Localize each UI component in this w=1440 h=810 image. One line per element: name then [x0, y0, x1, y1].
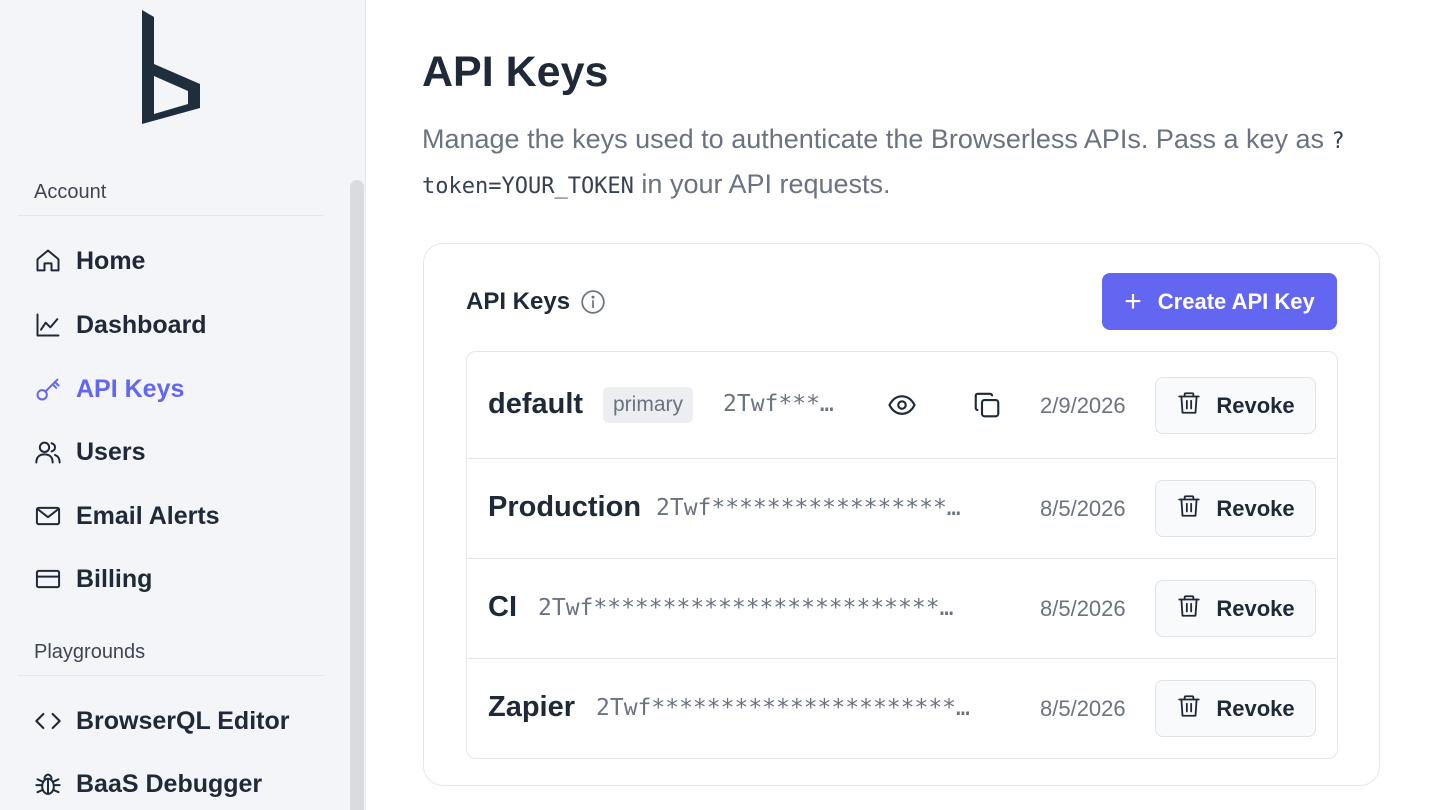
sidebar-item-browserql-editor[interactable]: BrowserQL Editor [34, 701, 334, 741]
api-keys-table: default primary 2Twf***… 2/9/2026 Revoke [466, 351, 1338, 759]
table-row: Zapier 2Twf**********************… 8/5/2… [467, 659, 1337, 758]
description-text-end: in your API requests. [633, 169, 891, 199]
table-row: Production 2Twf*****************… 8/5/20… [467, 459, 1337, 559]
page-title: API Keys [422, 48, 609, 96]
key-name: Zapier [488, 691, 576, 723]
sidebar-scrollbar[interactable] [350, 180, 364, 810]
home-icon [34, 247, 62, 275]
key-token: 2Twf**********************… [596, 695, 970, 721]
card-title: API Keys [466, 288, 606, 316]
key-date: 8/5/2026 [1040, 596, 1126, 621]
sidebar-item-baas-debugger[interactable]: BaaS Debugger [34, 764, 334, 804]
sidebar-item-label: Email Alerts [76, 501, 220, 530]
description-text: Manage the keys used to authenticate the… [422, 124, 1332, 154]
sidebar-item-email-alerts[interactable]: Email Alerts [34, 496, 334, 536]
copy-icon[interactable] [969, 387, 1005, 423]
sidebar-item-billing[interactable]: Billing [34, 559, 334, 599]
main-content: API Keys Manage the keys used to authent… [366, 0, 1440, 810]
key-token: 2Twf*****************… [656, 495, 961, 521]
sidebar-item-label: Users [76, 437, 146, 466]
trash-icon [1176, 593, 1202, 624]
bug-icon [34, 770, 62, 798]
trash-icon [1176, 390, 1202, 421]
eye-icon[interactable] [884, 387, 920, 423]
key-token: 2Twf***… [723, 391, 834, 417]
sidebar-item-label: BrowserQL Editor [76, 706, 290, 735]
sidebar: Account Home Dashboard API Keys Users Em… [0, 0, 366, 810]
sidebar-item-label: Home [76, 246, 146, 275]
divider [18, 215, 324, 216]
page-description: Manage the keys used to authenticate the… [422, 118, 1392, 208]
sidebar-item-dashboard[interactable]: Dashboard [34, 305, 334, 345]
primary-badge: primary [603, 387, 694, 423]
users-icon [34, 438, 62, 466]
create-api-key-button[interactable]: + Create API Key [1102, 273, 1337, 330]
sidebar-item-label: Billing [76, 564, 153, 593]
key-token: 2Twf*************************… [538, 595, 954, 621]
sidebar-item-label: Dashboard [76, 310, 207, 339]
create-api-key-label: Create API Key [1157, 288, 1315, 314]
table-row: CI 2Twf*************************… 8/5/20… [467, 559, 1337, 659]
key-date: 8/5/2026 [1040, 696, 1126, 721]
key-name: default [488, 388, 584, 420]
sidebar-item-home[interactable]: Home [34, 241, 334, 281]
revoke-label: Revoke [1216, 392, 1295, 418]
code-icon [34, 707, 62, 735]
sidebar-item-users[interactable]: Users [34, 432, 334, 472]
sidebar-item-label: API Keys [76, 374, 185, 403]
plus-icon: + [1124, 284, 1142, 318]
revoke-button[interactable]: Revoke [1155, 480, 1316, 537]
card-title-label: API Keys [466, 288, 571, 315]
key-date: 2/9/2026 [1040, 393, 1126, 418]
trash-icon [1176, 693, 1202, 724]
section-label-account: Account [34, 181, 107, 203]
key-name: Production [488, 491, 642, 523]
section-label-playgrounds: Playgrounds [34, 641, 146, 663]
trash-icon [1176, 493, 1202, 524]
key-date: 8/5/2026 [1040, 496, 1126, 521]
key-icon [34, 375, 62, 403]
table-row: default primary 2Twf***… 2/9/2026 Revoke [467, 352, 1337, 459]
divider [18, 675, 324, 676]
revoke-button[interactable]: Revoke [1155, 580, 1316, 637]
revoke-button[interactable]: Revoke [1155, 680, 1316, 737]
chart-line-icon [34, 311, 62, 339]
key-name: CI [488, 591, 517, 623]
revoke-label: Revoke [1216, 595, 1295, 621]
credit-card-icon [34, 565, 62, 593]
revoke-button[interactable]: Revoke [1155, 377, 1316, 434]
revoke-label: Revoke [1216, 695, 1295, 721]
sidebar-item-api-keys[interactable]: API Keys [34, 369, 334, 409]
mail-icon [34, 502, 62, 530]
api-keys-card: API Keys + Create API Key default primar… [423, 243, 1380, 786]
info-icon[interactable] [580, 289, 606, 315]
sidebar-item-label: BaaS Debugger [76, 769, 263, 798]
revoke-label: Revoke [1216, 495, 1295, 521]
browserless-logo[interactable] [140, 10, 204, 124]
